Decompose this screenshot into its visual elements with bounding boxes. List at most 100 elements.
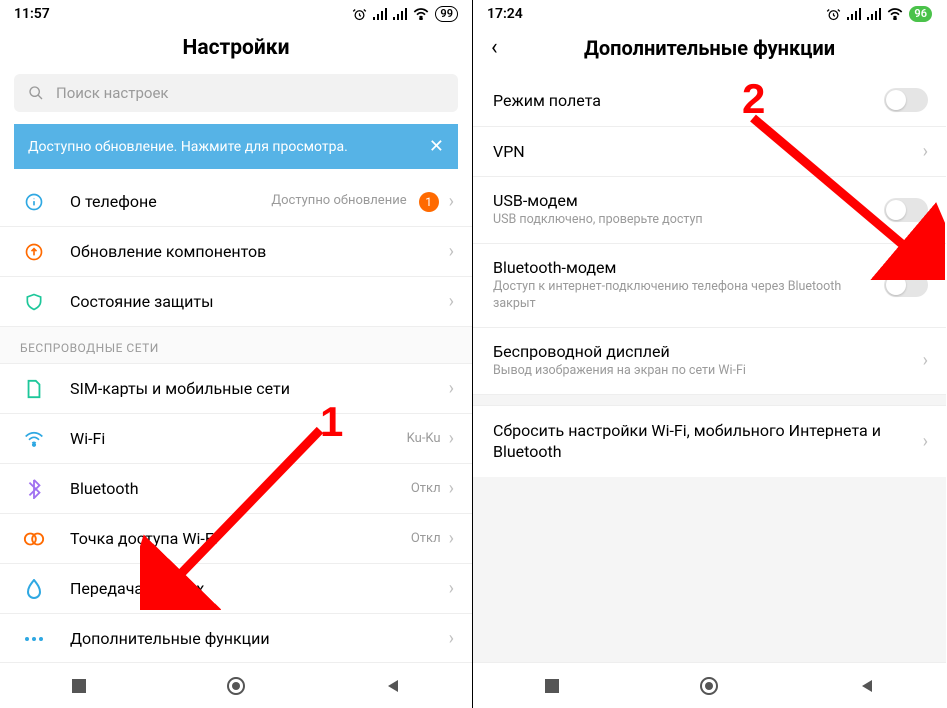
chevron-right-icon: › xyxy=(449,628,454,649)
row-sub: USB подключено, проверьте доступ xyxy=(493,212,876,229)
row-sub: Доступ к интернет-подключению телефона ч… xyxy=(493,279,876,313)
row-security[interactable]: Состояние защиты › xyxy=(0,277,472,326)
info-icon xyxy=(20,192,48,212)
page-title: Дополнительные функции xyxy=(487,36,932,60)
chevron-right-icon: › xyxy=(449,578,454,599)
search-icon xyxy=(28,85,44,101)
update-banner[interactable]: Доступно обновление. Нажмите для просмот… xyxy=(14,124,458,169)
row-reset-network[interactable]: Сбросить настройки Wi-Fi, мобильного Инт… xyxy=(473,406,946,477)
signal-icon-1 xyxy=(847,8,861,20)
row-components[interactable]: Обновление компонентов › xyxy=(0,227,472,277)
alarm-icon xyxy=(352,7,367,22)
chevron-right-icon: › xyxy=(923,431,928,452)
status-time: 11:57 xyxy=(14,6,50,22)
row-title: SIM-карты и мобильные сети xyxy=(70,379,449,398)
nav-home-button[interactable] xyxy=(225,675,247,697)
settings-list: О телефоне Доступно обновление 1 › Обнов… xyxy=(0,177,472,662)
section-header-wireless: БЕСПРОВОДНЫЕ СЕТИ xyxy=(0,326,472,364)
additional-list: Режим полета VPN › USB-модем USB подключ… xyxy=(473,74,946,662)
chevron-right-icon: › xyxy=(449,241,454,262)
header: ‹ Дополнительные функции xyxy=(473,28,946,74)
row-hotspot[interactable]: Точка доступа Wi-Fi Откл › xyxy=(0,514,472,564)
section-gap xyxy=(473,394,946,406)
right-phone-screen: 17:24 96 ‹ Дополнительные функции Режим … xyxy=(473,0,946,708)
row-about-phone[interactable]: О телефоне Доступно обновление 1 › xyxy=(0,177,472,227)
chevron-right-icon: › xyxy=(449,478,454,499)
nav-recent-button[interactable] xyxy=(68,675,90,697)
close-icon[interactable]: ✕ xyxy=(429,136,444,157)
nav-home-button[interactable] xyxy=(698,675,720,697)
row-title: Режим полета xyxy=(493,91,876,110)
row-title: Обновление компонентов xyxy=(70,242,449,261)
droplet-icon xyxy=(20,579,48,599)
signal-icon-1 xyxy=(373,8,387,20)
sim-icon xyxy=(20,379,48,399)
signal-icon-2 xyxy=(867,8,881,20)
back-button[interactable]: ‹ xyxy=(491,37,498,59)
row-value: Откл xyxy=(411,481,441,496)
row-additional[interactable]: Дополнительные функции › xyxy=(0,614,472,662)
row-title: О телефоне xyxy=(70,192,271,211)
row-value: Ku-Ku xyxy=(407,431,441,446)
shield-icon xyxy=(20,292,48,312)
row-airplane[interactable]: Режим полета xyxy=(473,74,946,127)
row-sub: Доступно обновление xyxy=(271,193,406,209)
blank-area xyxy=(473,477,946,662)
row-bluetooth[interactable]: Bluetooth Откл › xyxy=(0,464,472,514)
row-title: Bluetooth xyxy=(70,479,411,498)
signal-icon-2 xyxy=(393,8,407,20)
row-sub: Вывод изображения на экран по сети Wi-Fi xyxy=(493,363,923,380)
row-title: Состояние защиты xyxy=(70,292,449,311)
row-title: Передача данных xyxy=(70,579,449,598)
chevron-right-icon: › xyxy=(449,528,454,549)
row-bt-modem[interactable]: Bluetooth-модем Доступ к интернет-подклю… xyxy=(473,244,946,328)
hotspot-icon xyxy=(20,531,48,547)
search-placeholder: Поиск настроек xyxy=(56,84,169,102)
row-title: VPN xyxy=(493,142,923,161)
chevron-right-icon: › xyxy=(923,350,928,371)
wifi-icon xyxy=(887,8,903,20)
update-banner-text: Доступно обновление. Нажмите для просмот… xyxy=(28,139,348,155)
row-title: Сбросить настройки Wi-Fi, мобильного Инт… xyxy=(493,420,923,463)
row-vpn[interactable]: VPN › xyxy=(473,127,946,177)
nav-bar xyxy=(473,662,946,708)
status-bar: 11:57 99 xyxy=(0,0,472,28)
row-title: Wi-Fi xyxy=(70,429,407,448)
left-phone-screen: 11:57 99 Настройки Поиск настроек Доступ… xyxy=(0,0,473,708)
update-badge: 1 xyxy=(419,192,439,212)
chevron-right-icon: › xyxy=(923,141,928,162)
nav-back-button[interactable] xyxy=(856,675,878,697)
nav-recent-button[interactable] xyxy=(541,675,563,697)
more-icon xyxy=(20,636,48,642)
row-title: Точка доступа Wi-Fi xyxy=(70,529,411,548)
search-input[interactable]: Поиск настроек xyxy=(14,74,458,112)
chevron-right-icon: › xyxy=(449,291,454,312)
upload-icon xyxy=(20,242,48,262)
airplane-toggle[interactable] xyxy=(884,88,928,112)
wifi-icon xyxy=(20,431,48,447)
chevron-right-icon: › xyxy=(449,378,454,399)
chevron-right-icon: › xyxy=(449,191,454,212)
chevron-right-icon: › xyxy=(449,428,454,449)
row-wifi[interactable]: Wi-Fi Ku-Ku › xyxy=(0,414,472,464)
nav-bar xyxy=(0,662,472,708)
bluetooth-icon xyxy=(20,479,48,499)
battery-badge: 99 xyxy=(435,6,458,22)
row-wireless-display[interactable]: Беспроводной дисплей Вывод изображения н… xyxy=(473,328,946,394)
status-bar: 17:24 96 xyxy=(473,0,946,28)
row-sim[interactable]: SIM-карты и мобильные сети › xyxy=(0,364,472,414)
row-title: Беспроводной дисплей xyxy=(493,342,923,361)
battery-badge: 96 xyxy=(909,6,932,22)
row-data-usage[interactable]: Передача данных › xyxy=(0,564,472,614)
row-title: Дополнительные функции xyxy=(70,629,449,648)
page-title: Настройки xyxy=(0,28,472,74)
row-usb-modem[interactable]: USB-модем USB подключено, проверьте дост… xyxy=(473,177,946,244)
bt-modem-toggle[interactable] xyxy=(884,273,928,297)
row-title: USB-модем xyxy=(493,191,876,210)
wifi-icon xyxy=(413,8,429,20)
row-title: Bluetooth-модем xyxy=(493,258,876,277)
nav-back-button[interactable] xyxy=(382,675,404,697)
status-time: 17:24 xyxy=(487,6,523,22)
row-value: Откл xyxy=(411,531,441,546)
usb-toggle[interactable] xyxy=(884,198,928,222)
